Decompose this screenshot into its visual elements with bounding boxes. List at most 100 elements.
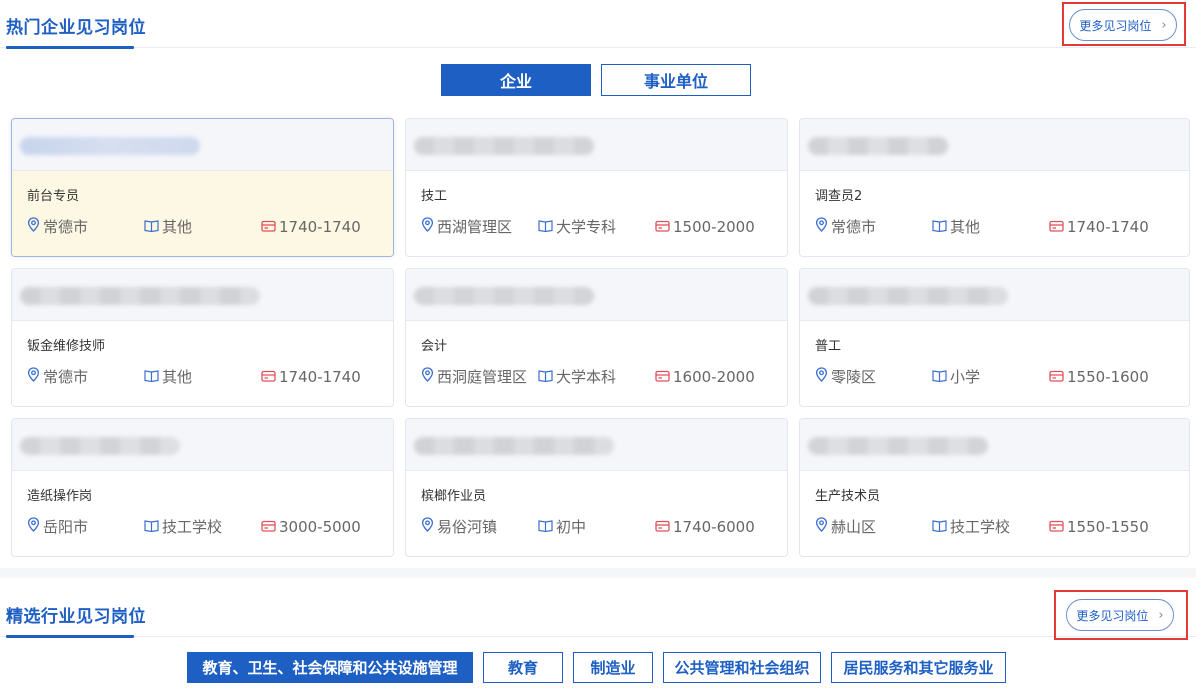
education-text: 大学本科 (556, 368, 617, 386)
job-title: 技工 (421, 189, 448, 204)
education-text: 技工学校 (162, 518, 223, 536)
money-card-icon (261, 368, 276, 386)
location-pin-icon (421, 367, 434, 386)
salary-text: 1600-2000 (673, 367, 755, 386)
industry-tab-manufacturing[interactable]: 制造业 (573, 652, 653, 683)
location-text: 西洞庭管理区 (437, 368, 528, 386)
job-meta: 易俗河镇 初中 1740-6000 (421, 516, 787, 537)
job-card[interactable]: 会计 西洞庭管理区 大学本科 1600-2000 (405, 268, 788, 407)
job-title: 造纸操作岗 (27, 489, 93, 504)
more-industry-internships-button[interactable]: 更多见习岗位 › (1066, 599, 1174, 631)
money-card-icon (655, 218, 670, 236)
book-icon (932, 518, 947, 536)
more-button-label: 更多见习岗位 (1079, 18, 1152, 33)
job-location: 西洞庭管理区 (421, 366, 538, 387)
location-pin-icon (27, 367, 40, 386)
book-icon (144, 518, 159, 536)
location-text: 西湖管理区 (437, 218, 513, 236)
location-text: 易俗河镇 (437, 518, 498, 536)
industry-tab-resident-services[interactable]: 居民服务和其它服务业 (831, 652, 1006, 683)
job-title: 槟榔作业员 (421, 489, 487, 504)
job-salary: 3000-5000 (261, 518, 361, 536)
job-card-body: 槟榔作业员 易俗河镇 初中 1740-6000 (406, 471, 787, 556)
job-card-body: 生产技术员 赫山区 技工学校 1550-1550 (800, 471, 1189, 556)
company-name-redacted (12, 269, 393, 321)
redacted-text (20, 287, 260, 305)
job-education: 小学 (932, 366, 1049, 387)
job-meta: 赫山区 技工学校 1550-1550 (815, 516, 1189, 537)
job-card[interactable]: 普工 零陵区 小学 1550-1600 (799, 268, 1190, 407)
job-title: 前台专员 (27, 189, 80, 204)
salary-text: 1550-1600 (1067, 367, 1149, 386)
salary-text: 1550-1550 (1067, 517, 1149, 536)
job-card-body: 技工 西湖管理区 大学专科 1500-2000 (406, 171, 787, 256)
job-education: 其他 (144, 366, 261, 387)
education-text: 大学专科 (556, 218, 617, 236)
job-education: 其他 (932, 216, 1049, 237)
job-card[interactable]: 生产技术员 赫山区 技工学校 1550-1550 (799, 418, 1190, 557)
location-pin-icon (815, 517, 828, 536)
company-name-redacted (800, 419, 1189, 471)
location-pin-icon (421, 217, 434, 236)
location-pin-icon (421, 517, 434, 536)
job-salary: 1740-1740 (1049, 218, 1149, 236)
redacted-text (20, 437, 180, 455)
location-text: 岳阳市 (43, 518, 89, 536)
job-meta: 常德市 其他 1740-1740 (27, 216, 393, 237)
job-title: 钣金维修技师 (27, 339, 106, 354)
company-name-redacted (406, 269, 787, 321)
job-title: 调查员2 (815, 189, 863, 204)
job-education: 技工学校 (932, 516, 1049, 537)
industry-tab-public-management[interactable]: 公共管理和社会组织 (663, 652, 821, 683)
money-card-icon (261, 218, 276, 236)
job-card-body: 前台专员 常德市 其他 1740-1740 (12, 171, 393, 256)
industry-tab-education[interactable]: 教育 (483, 652, 563, 683)
salary-text: 3000-5000 (279, 517, 361, 536)
job-salary: 1500-2000 (655, 218, 755, 236)
industry-tabs: 教育、卫生、社会保障和公共设施管理 教育 制造业 公共管理和社会组织 居民服务和… (187, 652, 1006, 683)
book-icon (538, 518, 553, 536)
job-education: 大学专科 (538, 216, 655, 237)
salary-text: 1740-1740 (279, 217, 361, 236)
redacted-text (20, 137, 200, 155)
job-location: 赫山区 (815, 516, 932, 537)
location-pin-icon (27, 517, 40, 536)
company-name-redacted (406, 419, 787, 471)
industry-tab-education-health[interactable]: 教育、卫生、社会保障和公共设施管理 (187, 652, 473, 683)
location-pin-icon (815, 217, 828, 236)
money-card-icon (655, 518, 670, 536)
job-education: 初中 (538, 516, 655, 537)
education-text: 其他 (162, 368, 193, 386)
job-salary: 1550-1550 (1049, 518, 1149, 536)
location-text: 赫山区 (831, 518, 877, 536)
job-card-body: 调查员2 常德市 其他 1740-1740 (800, 171, 1189, 256)
more-button-highlight: 更多见习岗位 › (1054, 590, 1188, 640)
job-card[interactable]: 槟榔作业员 易俗河镇 初中 1740-6000 (405, 418, 788, 557)
job-salary: 1550-1600 (1049, 368, 1149, 386)
company-name-redacted (800, 269, 1189, 321)
job-education: 技工学校 (144, 516, 261, 537)
job-meta: 西湖管理区 大学专科 1500-2000 (421, 216, 787, 237)
job-location: 岳阳市 (27, 516, 144, 537)
job-card[interactable]: 前台专员 常德市 其他 1740-1740 (11, 118, 394, 257)
job-card-body: 会计 西洞庭管理区 大学本科 1600-2000 (406, 321, 787, 406)
job-salary: 1740-6000 (655, 518, 755, 536)
book-icon (932, 368, 947, 386)
job-education: 其他 (144, 216, 261, 237)
job-location: 零陵区 (815, 366, 932, 387)
book-icon (932, 218, 947, 236)
job-card-body: 钣金维修技师 常德市 其他 1740-1740 (12, 321, 393, 406)
money-card-icon (1049, 518, 1064, 536)
job-card[interactable]: 造纸操作岗 岳阳市 技工学校 3000-5000 (11, 418, 394, 557)
job-card[interactable]: 技工 西湖管理区 大学专科 1500-2000 (405, 118, 788, 257)
job-location: 常德市 (27, 366, 144, 387)
salary-text: 1740-1740 (279, 367, 361, 386)
job-card[interactable]: 调查员2 常德市 其他 1740-1740 (799, 118, 1190, 257)
job-card[interactable]: 钣金维修技师 常德市 其他 1740-1740 (11, 268, 394, 407)
more-internships-button[interactable]: 更多见习岗位 › (1069, 9, 1177, 41)
tab-enterprise[interactable]: 企业 (441, 64, 591, 96)
location-pin-icon (815, 367, 828, 386)
tab-public-institution[interactable]: 事业单位 (601, 64, 751, 96)
education-text: 小学 (950, 368, 981, 386)
job-location: 常德市 (27, 216, 144, 237)
